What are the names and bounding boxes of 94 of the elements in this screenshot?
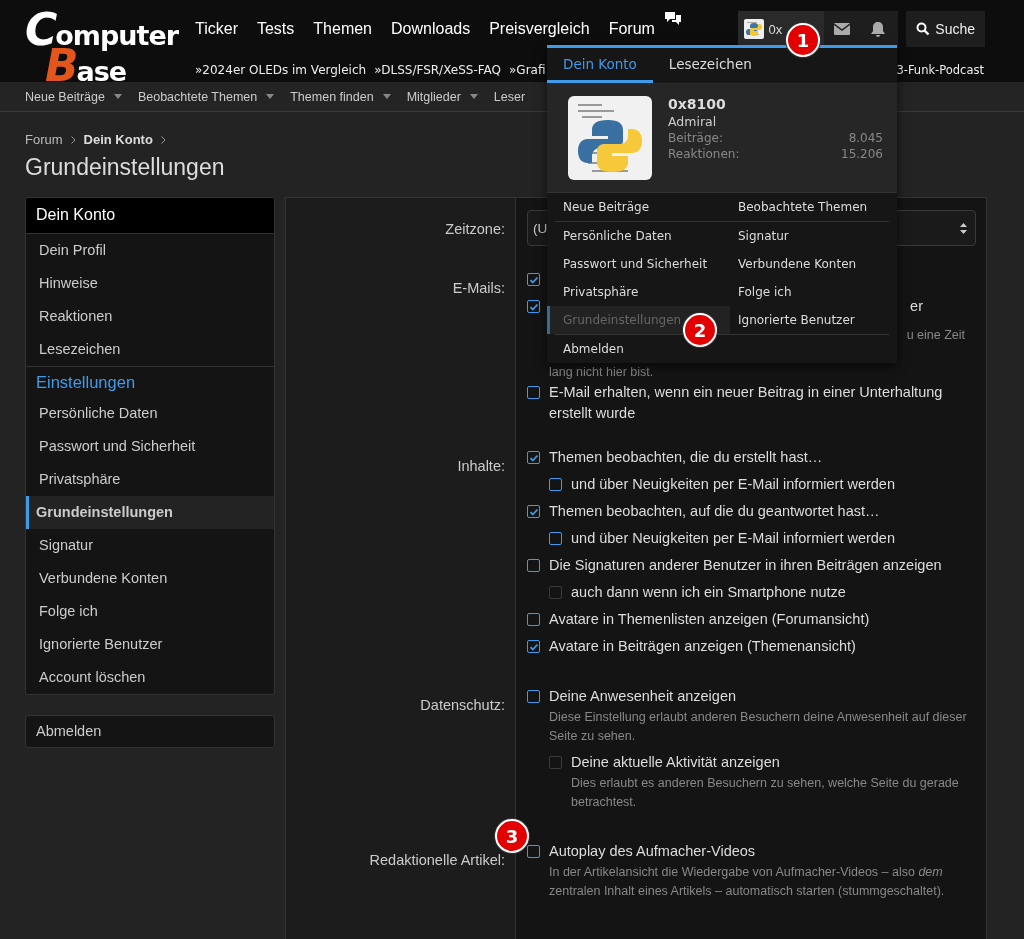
stat-value: 15.206 (841, 147, 883, 161)
menu-link[interactable]: Passwort und Sicherheit (555, 250, 730, 278)
sidebar-item[interactable]: Persönliche Daten (26, 397, 274, 430)
menu-link[interactable]: Privatsphäre (555, 278, 730, 306)
option-hint: Diese Einstellung erlaubt anderen Besuchern deine Anwesenheit auf dieser Seite zu sehen. (549, 709, 968, 745)
headline-link[interactable]: »2024er OLEDs im Vergleich (195, 63, 367, 77)
option-label: Themen beobachten, auf die du geantwortet hast… (549, 502, 880, 521)
logout-button[interactable]: Abmelden (25, 715, 275, 748)
subnav-link[interactable]: Beobachtete Themen (137, 89, 258, 104)
menu-link[interactable]: Ignorierte Benutzer (730, 306, 905, 334)
sidebar-item[interactable]: Folge ich (26, 595, 274, 628)
caret-icon[interactable] (113, 94, 122, 99)
stat-label: Reaktionen: (668, 147, 740, 161)
sidebar-item[interactable]: Hinweise (26, 267, 274, 300)
page-title: Grundeinstellungen (25, 154, 226, 181)
sidebar-item[interactable]: Ignorierte Benutzer (26, 628, 274, 661)
checkbox[interactable] (527, 613, 540, 626)
sidebar-item[interactable]: Grundeinstellungen (26, 496, 274, 529)
checkbox[interactable] (527, 845, 540, 858)
checkbox[interactable] (527, 300, 540, 313)
option-label: und über Neuigkeiten per E-Mail informiert werden (571, 529, 895, 548)
option-hint: lang nicht hier bist. (549, 364, 655, 381)
search-button[interactable]: Suche (906, 11, 985, 47)
field-label: Inhalte: (457, 458, 505, 474)
sidebar-item[interactable]: Signatur (26, 529, 274, 562)
sidebar-item[interactable]: Dein Profil (26, 234, 274, 267)
user-name: 0x8100 (668, 96, 727, 112)
subnav-link[interactable]: Mitglieder (406, 89, 461, 104)
menu-link[interactable]: Beobachtete Themen (730, 193, 905, 221)
option-label: Deine Anwesenheit anzeigen (549, 687, 737, 706)
checkbox[interactable] (527, 690, 540, 703)
chevron-icon (70, 135, 76, 144)
checkbox[interactable] (527, 451, 540, 464)
option-label: und über Neuigkeiten per E-Mail informiert werden (571, 475, 895, 494)
sidebar-item[interactable]: Passwort und Sicherheit (26, 430, 274, 463)
breadcrumb-link[interactable]: Forum (25, 132, 63, 147)
user-rank: Admiral (668, 114, 718, 129)
search-icon (916, 22, 931, 36)
nav-link[interactable]: Forum (608, 20, 655, 38)
subnav-link[interactable]: Themen finden (290, 89, 374, 104)
sidebar-item[interactable]: Privatsphäre (26, 463, 274, 496)
field-label: Datenschutz: (420, 697, 505, 713)
field-label: Zeitzone: (445, 221, 505, 237)
option-label: Avatare in Beiträgen anzeigen (Themenansicht) (549, 637, 856, 656)
nav-link[interactable]: Themen (313, 20, 372, 38)
stat-label: Beiträge: (668, 131, 723, 145)
option-hint: Dies erlaubt es anderen Besuchern zu sehen, welche Seite du gerade betrachtest. (571, 775, 960, 811)
nav-link[interactable]: Preisvergleich (489, 20, 590, 38)
headline-link[interactable]: »DLSS/FSR/XeSS-FAQ (374, 63, 502, 77)
option-label: Deine aktuelle Aktivität anzeigen (571, 753, 780, 772)
updown-arrows-icon (960, 222, 967, 234)
menu-link[interactable]: Folge ich (730, 278, 905, 306)
stat-value: 8.045 (848, 131, 883, 145)
chat-bubbles-icon (663, 11, 682, 27)
nav-link[interactable]: Ticker (195, 20, 238, 38)
sidebar-section-title: Einstellungen (26, 366, 274, 397)
sidebar-item[interactable]: Verbundene Konten (26, 562, 274, 595)
field-label: Redaktionelle Artikel: (369, 852, 505, 868)
menu-tab[interactable]: Lesezeichen (652, 48, 768, 83)
subnav-link[interactable]: Neue Beiträge (25, 89, 105, 104)
option-label: Themen beobachten, die du erstellt hast… (549, 448, 823, 467)
breadcrumb-link[interactable]: Dein Konto (83, 132, 153, 147)
menu-link[interactable]: Verbundene Konten (730, 250, 905, 278)
caret-icon[interactable] (266, 94, 275, 99)
sidebar-item[interactable]: Account löschen (26, 661, 274, 694)
menu-link[interactable]: Signatur (730, 222, 905, 250)
menu-link[interactable]: Persönliche Daten (555, 222, 730, 250)
chevron-icon (160, 135, 166, 144)
field-label: E-Mails: (452, 280, 505, 296)
checkbox[interactable] (549, 478, 562, 491)
checkbox[interactable] (527, 640, 540, 653)
sidebar-header: Dein Konto (26, 198, 274, 234)
option-label: Avatare in Themenlisten anzeigen (Forumansicht) (549, 610, 870, 629)
subnav-link[interactable]: Leser (493, 89, 526, 104)
option-hint: u eine Zeit (906, 327, 965, 344)
nav-link[interactable]: Tests (256, 20, 295, 38)
option-label: auch dann wenn ich ein Smartphone nutze (571, 583, 846, 602)
option-label: er (910, 297, 923, 316)
option-hint: In der Artikelansicht die Wiedergabe von Aufmacher-Videos – also dem zentralen Inhalt eines Artikels – automatisch starten (stummgeschaltet). (549, 864, 946, 900)
sidebar-item[interactable]: Lesezeichen (26, 333, 274, 366)
option-label: Die Signaturen anderer Benutzer in ihren Beiträgen anzeigen (549, 556, 942, 575)
checkbox[interactable] (549, 532, 562, 545)
checkbox[interactable] (527, 386, 540, 399)
sidebar-item[interactable]: Reaktionen (26, 300, 274, 333)
checkbox[interactable] (527, 273, 540, 286)
option-label: Autoplay des Aufmacher-Videos (549, 842, 756, 861)
caret-icon[interactable] (469, 94, 478, 99)
caret-icon[interactable] (382, 94, 391, 99)
checkbox[interactable] (527, 505, 540, 518)
menu-link[interactable]: Neue Beiträge (555, 193, 730, 221)
nav-link[interactable]: Downloads (391, 20, 471, 38)
headline-link[interactable]: »Grafi (509, 63, 546, 77)
option-label: E-Mail erhalten, wenn ein neuer Beitrag in einer Unterhaltung erstellt wurde (549, 383, 944, 423)
checkbox[interactable] (527, 559, 540, 572)
